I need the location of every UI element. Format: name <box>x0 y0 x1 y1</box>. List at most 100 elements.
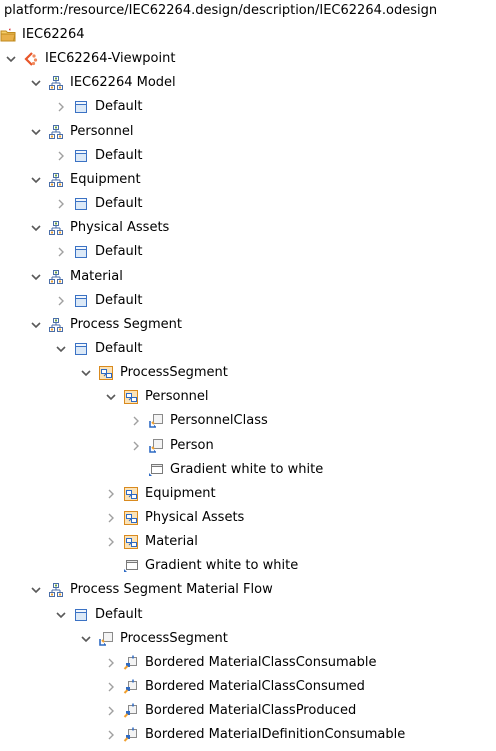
tree-item[interactable]: PersonnelClass <box>0 409 496 433</box>
layer-icon <box>73 341 89 357</box>
diagram-description-icon <box>48 269 64 285</box>
chevron-down-icon[interactable] <box>29 216 43 240</box>
chevron-down-icon[interactable] <box>104 385 118 409</box>
node-mapping-icon <box>98 631 114 647</box>
tree-item[interactable]: IEC62264-Viewpoint <box>0 47 496 71</box>
chevron-right-icon[interactable] <box>54 95 68 119</box>
tree-item[interactable]: Process Segment Material Flow <box>0 578 496 602</box>
project-folder-icon <box>0 27 16 43</box>
tree-item[interactable]: ProcessSegment <box>0 361 496 385</box>
tree-item-label: IEC62264 <box>22 27 85 42</box>
chevron-down-icon[interactable] <box>29 578 43 602</box>
tree-item-label: Default <box>95 148 143 163</box>
tree-item-label: Default <box>95 341 143 356</box>
tree-item[interactable]: Material <box>0 530 496 554</box>
diagram-description-icon <box>48 172 64 188</box>
tree-item[interactable]: Bordered MaterialClassConsumed <box>0 675 496 699</box>
chevron-right-icon[interactable] <box>104 675 118 699</box>
tree-item[interactable]: Default <box>0 240 496 264</box>
tree-item[interactable]: Physical Assets <box>0 506 496 530</box>
chevron-right-icon[interactable] <box>104 699 118 723</box>
tree-item[interactable]: Gradient white to white <box>0 458 496 482</box>
bordered-node-icon <box>123 679 139 695</box>
tree-item[interactable]: Bordered MaterialDefinitionConsumable <box>0 723 496 747</box>
tree-item-label: Physical Assets <box>70 220 170 235</box>
tree-item-label: Default <box>95 244 143 259</box>
viewpoint-icon <box>23 51 39 67</box>
tree-item[interactable]: Personnel <box>0 385 496 409</box>
tree-item[interactable]: Equipment <box>0 482 496 506</box>
chevron-down-icon[interactable] <box>54 337 68 361</box>
tree-item[interactable]: Default <box>0 95 496 119</box>
diagram-description-icon <box>48 317 64 333</box>
tree-item[interactable]: Default <box>0 144 496 168</box>
tree-item[interactable]: Bordered MaterialClassConsumable <box>0 651 496 675</box>
chevron-right-icon[interactable] <box>54 240 68 264</box>
chevron-down-icon[interactable] <box>29 71 43 95</box>
tree-item-label: Bordered MaterialClassConsumed <box>145 679 365 694</box>
odesign-tree: platform:/resource/IEC62264.design/descr… <box>0 0 496 751</box>
tree-item-label: Gradient white to white <box>145 558 299 573</box>
chevron-right-icon[interactable] <box>104 482 118 506</box>
node-mapping-icon <box>148 438 164 454</box>
tree-item[interactable]: Bordered MaterialClassProduced <box>0 699 496 723</box>
tree-item-label: Default <box>95 293 143 308</box>
layer-icon <box>73 196 89 212</box>
tree-item[interactable]: IEC62264 <box>0 23 496 47</box>
tree-item-label: Process Segment Material Flow <box>70 582 273 597</box>
chevron-right-icon[interactable] <box>54 144 68 168</box>
tree-item[interactable]: Default <box>0 603 496 627</box>
resource-path-label: platform:/resource/IEC62264.design/descr… <box>4 3 438 18</box>
chevron-down-icon[interactable] <box>29 265 43 289</box>
tree-item-label: IEC62264 Model <box>70 75 176 90</box>
chevron-down-icon[interactable] <box>4 47 18 71</box>
layer-icon <box>73 99 89 115</box>
tree-item[interactable]: Physical Assets <box>0 216 496 240</box>
tree-item[interactable]: Material <box>0 265 496 289</box>
node-mapping-icon <box>148 413 164 429</box>
tree-item[interactable]: Process Segment <box>0 313 496 337</box>
tree-item[interactable]: Default <box>0 337 496 361</box>
tree-item-label: ProcessSegment <box>120 631 228 646</box>
tree-item[interactable]: IEC62264 Model <box>0 71 496 95</box>
diagram-description-icon <box>48 124 64 140</box>
chevron-right-icon[interactable] <box>104 651 118 675</box>
chevron-right-icon[interactable] <box>54 192 68 216</box>
tree-item[interactable]: Gradient white to white <box>0 554 496 578</box>
container-mapping-icon <box>123 389 139 405</box>
chevron-down-icon[interactable] <box>54 603 68 627</box>
tree-item[interactable]: Default <box>0 192 496 216</box>
tree-item-label: IEC62264-Viewpoint <box>45 51 176 66</box>
tree-item-label: Equipment <box>70 172 141 187</box>
tree-item-label: Default <box>95 607 143 622</box>
resource-path-title: platform:/resource/IEC62264.design/descr… <box>0 0 496 23</box>
chevron-right-icon[interactable] <box>104 723 118 747</box>
chevron-right-icon[interactable] <box>129 409 143 433</box>
tree-item-label: Material <box>145 534 198 549</box>
chevron-right-icon[interactable] <box>54 289 68 313</box>
tree-item-label: Process Segment <box>70 317 182 332</box>
tree-item[interactable]: Person <box>0 434 496 458</box>
tree-item[interactable]: Default <box>0 289 496 313</box>
chevron-down-icon[interactable] <box>29 168 43 192</box>
chevron-down-icon[interactable] <box>29 120 43 144</box>
tree-item-label: Default <box>95 99 143 114</box>
chevron-right-icon[interactable] <box>129 434 143 458</box>
chevron-right-icon[interactable] <box>104 506 118 530</box>
chevron-right-icon[interactable] <box>104 530 118 554</box>
chevron-down-icon[interactable] <box>29 313 43 337</box>
chevron-down-icon[interactable] <box>79 627 93 651</box>
container-mapping-icon <box>123 486 139 502</box>
tree-item-label: Bordered MaterialClassConsumable <box>145 655 377 670</box>
tree-item[interactable]: Equipment <box>0 168 496 192</box>
bordered-node-icon <box>123 655 139 671</box>
tree-item-label: Person <box>170 438 214 453</box>
tree-item[interactable]: Personnel <box>0 120 496 144</box>
style-icon <box>123 558 139 574</box>
chevron-down-icon[interactable] <box>79 361 93 385</box>
tree-item[interactable]: ProcessSegment <box>0 627 496 651</box>
tree-item-label: ProcessSegment <box>120 365 228 380</box>
tree-item-label: Equipment <box>145 486 216 501</box>
